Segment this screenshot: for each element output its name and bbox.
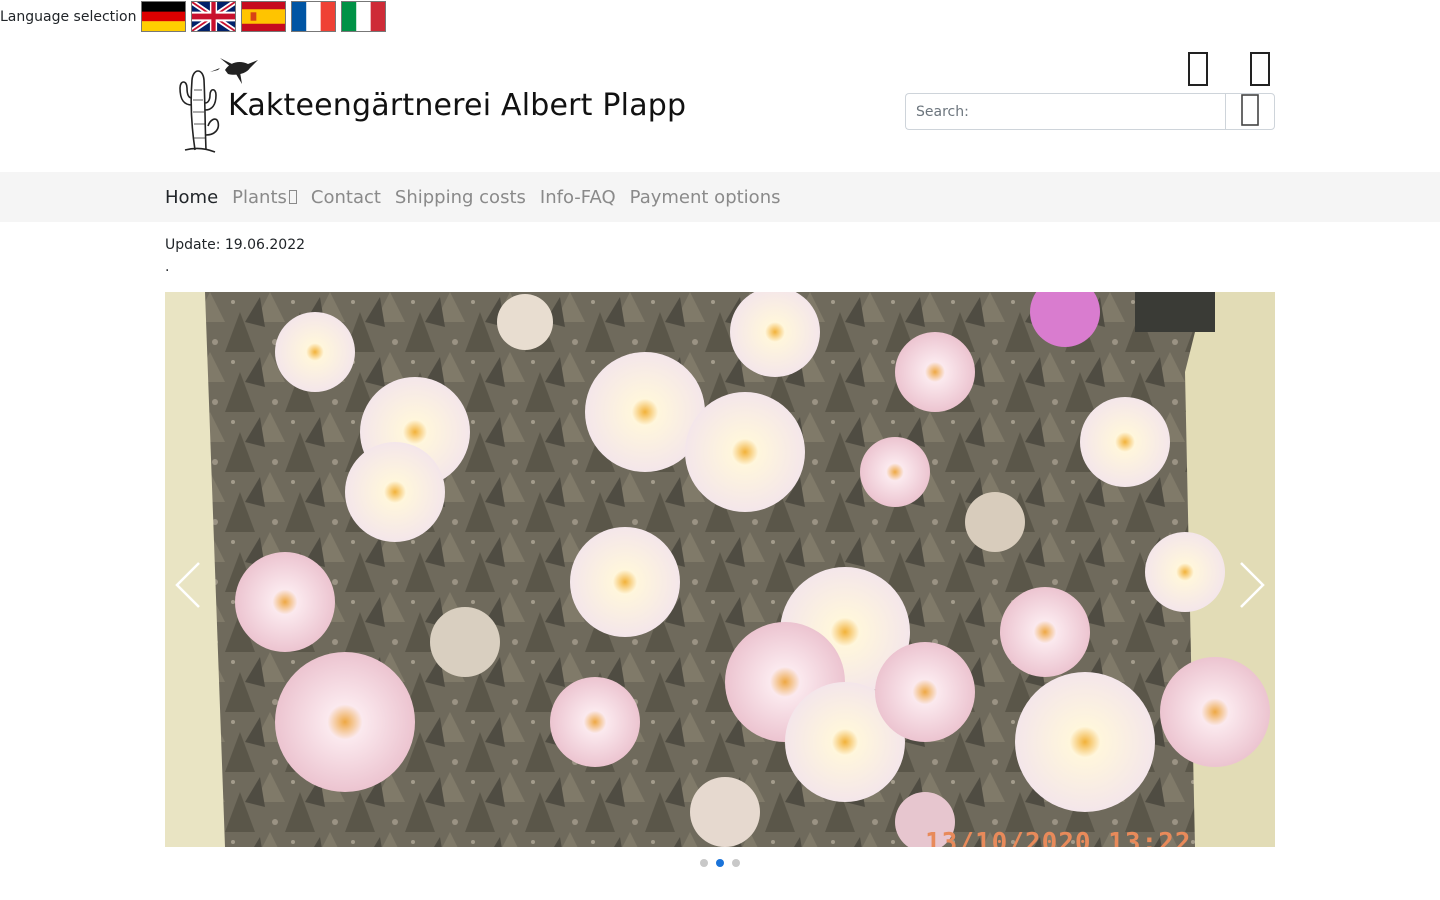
separator-dot: . [165,259,170,275]
carousel-indicator[interactable] [732,859,740,867]
image-carousel: 13/10/2020 13:22 [165,292,1275,847]
spanish-flag-icon[interactable] [241,1,287,32]
nav-item-home[interactable]: Home [165,187,218,208]
italian-flag-icon[interactable] [341,1,387,32]
photo-date-stamp: 13/10/2020 13:22 [925,828,1192,847]
site-header: Kakteengärtnerei Albert Plapp [165,48,1275,158]
site-title[interactable]: Kakteengärtnerei Albert Plapp [228,88,686,123]
main-navbar: Home Plants Contact Shipping costs Info-… [0,172,1440,222]
uk-flag-icon[interactable] [191,1,237,32]
update-text: Update: 19.06.2022 [165,237,306,253]
german-flag-icon[interactable] [141,1,187,32]
search-form [905,93,1275,130]
french-flag-icon[interactable] [291,1,337,32]
cart-icon[interactable] [1245,50,1275,88]
chevron-left-icon [169,562,209,614]
language-bar: Language selection [0,0,391,33]
carousel-photo [165,292,1275,847]
carousel-next-button[interactable] [1231,560,1271,610]
nav-item-contact[interactable]: Contact [311,187,381,208]
language-selection-label: Language selection [0,8,137,25]
nav-item-info-faq[interactable]: Info-FAQ [540,187,616,208]
carousel-indicator-active[interactable] [716,859,724,867]
header-icons [1151,50,1275,88]
search-icon [1241,94,1259,129]
user-icon[interactable] [1183,50,1213,88]
dropdown-caret-icon [288,190,297,204]
nav-item-payment-options[interactable]: Payment options [630,187,781,208]
nav-item-shipping-costs[interactable]: Shipping costs [395,187,526,208]
search-button[interactable] [1225,93,1275,130]
carousel-indicator[interactable] [700,859,708,867]
search-input[interactable] [905,93,1225,130]
nav-item-plants[interactable]: Plants [232,187,297,208]
chevron-right-icon [1231,562,1271,614]
carousel-indicators [0,859,1440,867]
carousel-prev-button[interactable] [169,560,209,610]
